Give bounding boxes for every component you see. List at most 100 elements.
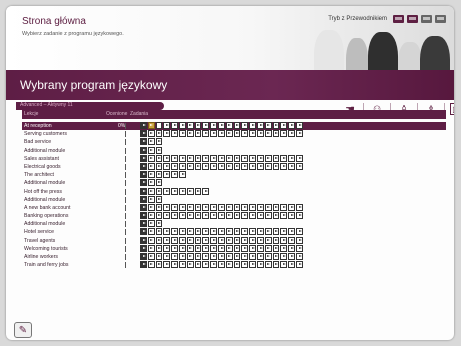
task-cell[interactable] xyxy=(272,130,280,138)
task-cell[interactable] xyxy=(241,162,249,170)
task-cell[interactable] xyxy=(147,220,155,228)
task-cell[interactable] xyxy=(249,236,256,244)
task-cell[interactable] xyxy=(147,146,155,154)
task-cell[interactable] xyxy=(147,187,155,195)
task-cell[interactable] xyxy=(241,261,249,269)
task-cell[interactable] xyxy=(194,154,202,162)
task-cell[interactable] xyxy=(241,236,249,244)
task-cell[interactable] xyxy=(186,212,194,220)
task-cell[interactable] xyxy=(233,253,241,260)
task-cell[interactable] xyxy=(256,130,264,138)
table-row[interactable]: A new bank account xyxy=(22,203,446,212)
task-cell[interactable] xyxy=(288,203,295,211)
task-cell[interactable] xyxy=(225,212,233,220)
task-cell[interactable] xyxy=(288,122,295,129)
task-cell[interactable] xyxy=(256,162,264,170)
task-cell[interactable] xyxy=(171,162,178,170)
task-cell[interactable] xyxy=(280,122,288,129)
task-cell[interactable] xyxy=(140,195,147,203)
task-cell[interactable] xyxy=(147,228,155,236)
task-cell[interactable] xyxy=(147,212,155,220)
task-cell[interactable] xyxy=(178,122,186,129)
task-cell[interactable] xyxy=(202,130,210,138)
task-cell[interactable] xyxy=(163,122,171,129)
task-cell[interactable] xyxy=(140,122,147,129)
task-cell[interactable] xyxy=(194,122,202,129)
task-cell[interactable] xyxy=(147,130,155,138)
task-cell[interactable] xyxy=(194,236,202,244)
task-cell[interactable] xyxy=(171,203,178,211)
task-cell[interactable] xyxy=(163,228,171,236)
task-cell[interactable] xyxy=(249,244,256,252)
task-cell[interactable] xyxy=(249,130,256,138)
task-cell[interactable] xyxy=(147,253,155,260)
task-cell[interactable] xyxy=(272,154,280,162)
task-cell[interactable] xyxy=(163,171,171,179)
task-cell[interactable] xyxy=(163,187,171,195)
task-cell[interactable] xyxy=(241,212,249,220)
task-cell[interactable] xyxy=(264,261,272,269)
task-cell[interactable] xyxy=(186,154,194,162)
task-cell[interactable] xyxy=(225,122,233,129)
task-cell[interactable] xyxy=(147,195,155,203)
table-row[interactable]: The architect xyxy=(22,171,446,179)
task-cell[interactable] xyxy=(233,212,241,220)
task-cell[interactable] xyxy=(272,261,280,269)
task-cell[interactable] xyxy=(194,228,202,236)
task-cell[interactable] xyxy=(280,228,288,236)
table-row[interactable]: Train and ferry jobs xyxy=(22,261,446,269)
exit-icon[interactable]: ▣ xyxy=(450,103,454,115)
task-cell[interactable] xyxy=(202,236,210,244)
task-cell[interactable] xyxy=(140,179,147,187)
table-row[interactable]: Hot off the press xyxy=(22,187,446,196)
task-cell[interactable] xyxy=(288,228,295,236)
task-cell[interactable] xyxy=(217,122,225,129)
task-cell[interactable] xyxy=(155,220,163,228)
task-cell[interactable] xyxy=(217,130,225,138)
task-cell[interactable] xyxy=(194,203,202,211)
task-cell[interactable] xyxy=(163,236,171,244)
task-cell[interactable] xyxy=(288,261,295,269)
task-cell[interactable] xyxy=(249,154,256,162)
task-cell[interactable] xyxy=(140,228,147,236)
task-cell[interactable] xyxy=(194,212,202,220)
table-row[interactable]: Welcoming tourists xyxy=(22,244,446,253)
task-cell[interactable] xyxy=(295,236,303,244)
close-button[interactable] xyxy=(435,15,446,23)
task-cell[interactable] xyxy=(295,261,303,269)
task-cell[interactable] xyxy=(202,187,210,195)
task-cell[interactable] xyxy=(264,154,272,162)
task-cell[interactable] xyxy=(280,212,288,220)
task-cell[interactable] xyxy=(202,212,210,220)
task-cell[interactable] xyxy=(171,244,178,252)
task-cell[interactable] xyxy=(256,228,264,236)
table-row[interactable]: Travel agents xyxy=(22,236,446,245)
task-cell[interactable] xyxy=(280,253,288,260)
task-cell[interactable] xyxy=(147,203,155,211)
task-cell[interactable] xyxy=(280,236,288,244)
task-cell[interactable] xyxy=(225,261,233,269)
task-cell[interactable] xyxy=(210,130,217,138)
task-cell[interactable] xyxy=(249,122,256,129)
task-cell[interactable] xyxy=(140,203,147,211)
task-cell[interactable] xyxy=(280,203,288,211)
task-cell[interactable] xyxy=(178,203,186,211)
task-cell[interactable] xyxy=(171,253,178,260)
task-cell[interactable] xyxy=(217,253,225,260)
table-row[interactable]: Sales assistant xyxy=(22,154,446,163)
table-row[interactable]: Airline workers xyxy=(22,253,446,261)
task-cell[interactable] xyxy=(288,130,295,138)
task-cell[interactable] xyxy=(178,212,186,220)
task-cell[interactable] xyxy=(272,253,280,260)
task-cell[interactable] xyxy=(249,261,256,269)
task-cell[interactable] xyxy=(225,228,233,236)
task-cell[interactable] xyxy=(264,236,272,244)
task-cell[interactable] xyxy=(178,253,186,260)
task-cell[interactable] xyxy=(186,122,194,129)
task-cell[interactable] xyxy=(233,130,241,138)
task-cell[interactable] xyxy=(147,122,155,129)
task-cell[interactable] xyxy=(140,220,147,228)
task-cell[interactable] xyxy=(264,228,272,236)
task-cell[interactable] xyxy=(171,261,178,269)
task-cell[interactable] xyxy=(140,130,147,138)
